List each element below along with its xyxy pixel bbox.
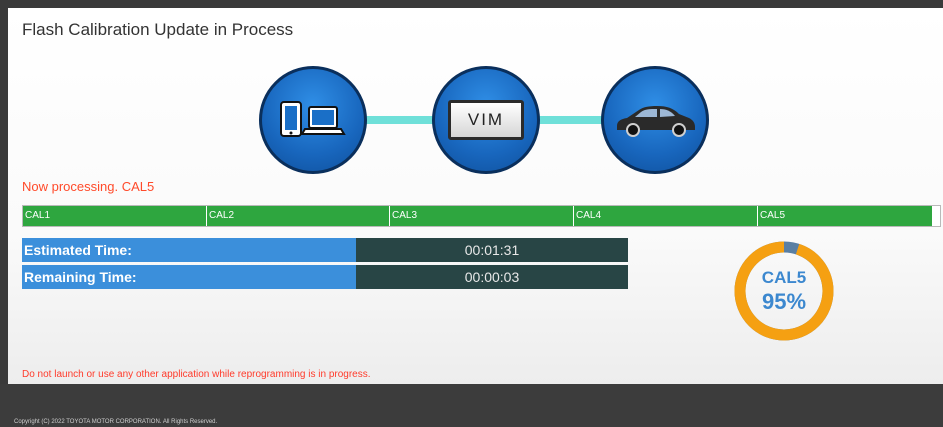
reprogramming-warning: Do not launch or use any other applicati… <box>22 369 922 384</box>
segment-label: CAL2 <box>209 210 235 221</box>
progress-segment-cal2: CAL2 <box>207 206 390 226</box>
progress-segment-cal5: CAL5 <box>758 206 932 226</box>
segment-label: CAL4 <box>576 210 602 221</box>
segment-label: CAL5 <box>760 210 786 221</box>
vim-node: VIM <box>432 66 540 174</box>
ring-percent: 95% <box>761 288 807 314</box>
ring-cal-name: CAL5 <box>761 267 807 287</box>
progress-segment-cal3: CAL3 <box>390 206 574 226</box>
car-icon <box>617 106 695 137</box>
estimated-time-label: Estimated Time: <box>22 238 356 262</box>
progress-segment-cal1: CAL1 <box>23 206 207 226</box>
connector-vim-vehicle <box>536 116 606 124</box>
vim-label: VIM <box>467 110 505 129</box>
remaining-time-label: Remaining Time: <box>22 265 356 289</box>
tablet-laptop-icon <box>280 101 346 137</box>
estimated-time-value: 00:01:31 <box>356 238 628 262</box>
window-top-strip <box>0 0 943 8</box>
vehicle-node <box>601 66 709 174</box>
device-node <box>259 66 367 174</box>
calibration-progress-bar: CAL1 CAL2 CAL3 CAL4 CAL5 <box>22 205 941 227</box>
page-title: Flash Calibration Update in Process <box>22 20 294 39</box>
segment-label: CAL3 <box>392 210 418 221</box>
ring-label: CAL5 95% <box>732 239 836 343</box>
copyright-text: Copyright (C) 2022 TOYOTA MOTOR CORPORAT… <box>14 419 218 425</box>
segment-label: CAL1 <box>25 210 51 221</box>
time-info-table: Estimated Time: 00:01:31 Remaining Time:… <box>22 238 628 292</box>
vim-box: VIM <box>448 100 524 140</box>
connector-device-vim <box>366 116 436 124</box>
remaining-time-row: Remaining Time: 00:00:03 <box>22 265 628 289</box>
progress-segment-cal4: CAL4 <box>574 206 758 226</box>
warning-line-1: Do not launch or use any other applicati… <box>22 369 371 380</box>
now-processing-status: Now processing. CAL5 <box>22 179 155 194</box>
progress-ring: CAL5 95% <box>732 239 836 343</box>
remaining-time-value: 00:00:03 <box>356 265 628 289</box>
estimated-time-row: Estimated Time: 00:01:31 <box>22 238 628 262</box>
main-panel: Flash Calibration Update in Process VIM … <box>8 8 943 384</box>
